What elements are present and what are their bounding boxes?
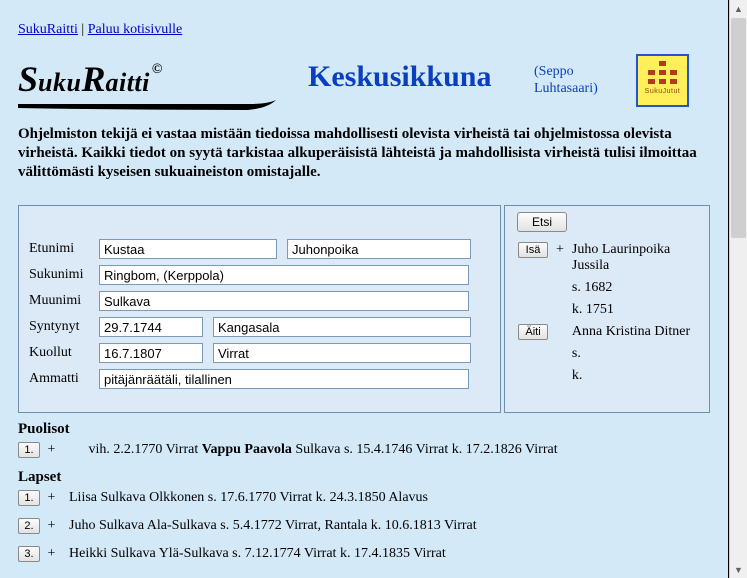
child-text: Juho Sulkava Ala-Sulkava s. 5.4.1772 Vir… — [69, 518, 477, 533]
spouse-row: 1. + vih. 2.2.1770 Virrat Vappu Paavola … — [18, 442, 710, 458]
input-died-date[interactable] — [99, 343, 203, 363]
spouse-suffix: Sulkava s. 15.4.1746 Virrat k. 17.2.1826… — [292, 442, 558, 457]
mother-button[interactable]: Äiti — [518, 324, 548, 340]
father-born: s. 1682 — [569, 278, 699, 298]
mother-born: s. — [569, 344, 699, 364]
header: SukuRaitti© Keskusikkuna (Seppo Luhtasaa… — [18, 58, 710, 112]
parents-panel: Etsi Isä + Juho Laurinpoika Jussila s. 1… — [504, 205, 710, 413]
child-row: 1. + Liisa Sulkava Olkkonen s. 17.6.1770… — [18, 490, 710, 506]
input-died-place[interactable] — [213, 343, 471, 363]
label-profession: Ammatti — [27, 366, 97, 392]
input-surname[interactable] — [99, 265, 469, 285]
mother-died: k. — [569, 366, 699, 386]
label-surname: Sukunimi — [27, 262, 97, 288]
person-form: Etunimi Sukunimi Muunimi Syntynyt — [18, 205, 501, 413]
father-name: Juho Laurinpoika Jussila — [569, 240, 699, 276]
child-row: 3. + Heikki Sulkava Ylä-Sulkava s. 7.12.… — [18, 546, 710, 562]
scroll-down-arrow[interactable]: ▼ — [730, 561, 747, 578]
scroll-thumb[interactable] — [731, 18, 746, 238]
label-firstname: Etunimi — [27, 236, 97, 262]
label-died: Kuollut — [27, 340, 97, 366]
page-title: Keskusikkuna — [308, 60, 491, 94]
spouse-expand[interactable]: + — [46, 442, 58, 458]
scroll-up-arrow[interactable]: ▲ — [730, 0, 747, 17]
input-firstname2[interactable] — [287, 239, 471, 259]
link-sukuraitti[interactable]: SukuRaitti — [18, 22, 78, 37]
disclaimer-text: Ohjelmiston tekijä ei vastaa mistään tie… — [18, 125, 710, 181]
child-expand[interactable]: + — [46, 546, 58, 562]
vertical-scrollbar[interactable]: ▲ ▼ — [729, 0, 747, 578]
child-row: 2. + Juho Sulkava Ala-Sulkava s. 5.4.177… — [18, 518, 710, 534]
input-born-date[interactable] — [99, 317, 203, 337]
spouse-num-button[interactable]: 1. — [18, 442, 40, 458]
spouses-heading: Puolisot — [18, 421, 70, 438]
owner-name: (Seppo Luhtasaari) — [534, 64, 598, 98]
logo: SukuRaitti© — [18, 58, 160, 100]
breadcrumb: SukuRaitti | Paluu kotisivulle — [18, 22, 182, 38]
father-button[interactable]: Isä — [518, 242, 548, 258]
sukujutut-icon[interactable]: SukuJutut — [636, 54, 689, 107]
label-othername: Muunimi — [27, 288, 97, 314]
father-plus[interactable]: + — [553, 240, 567, 276]
child-text: Liisa Sulkava Olkkonen s. 17.6.1770 Virr… — [69, 490, 428, 505]
child-num-button[interactable]: 1. — [18, 490, 40, 506]
label-born: Syntynyt — [27, 314, 97, 340]
input-firstname1[interactable] — [99, 239, 277, 259]
input-othername[interactable] — [99, 291, 469, 311]
child-expand[interactable]: + — [46, 490, 58, 506]
child-num-button[interactable]: 2. — [18, 518, 40, 534]
child-num-button[interactable]: 3. — [18, 546, 40, 562]
spouse-name: Vappu Paavola — [202, 442, 292, 457]
father-died: k. 1751 — [569, 300, 699, 320]
spouse-prefix: vih. 2.2.1770 Virrat — [89, 442, 202, 457]
children-heading: Lapset — [18, 469, 61, 486]
child-expand[interactable]: + — [46, 518, 58, 534]
link-home[interactable]: Paluu kotisivulle — [88, 22, 183, 37]
logo-underline — [18, 98, 278, 120]
child-text: Heikki Sulkava Ylä-Sulkava s. 7.12.1774 … — [69, 546, 446, 561]
input-profession[interactable] — [99, 369, 469, 389]
mother-name: Anna Kristina Ditner — [569, 322, 699, 342]
input-born-place[interactable] — [213, 317, 471, 337]
search-button[interactable]: Etsi — [517, 212, 567, 232]
